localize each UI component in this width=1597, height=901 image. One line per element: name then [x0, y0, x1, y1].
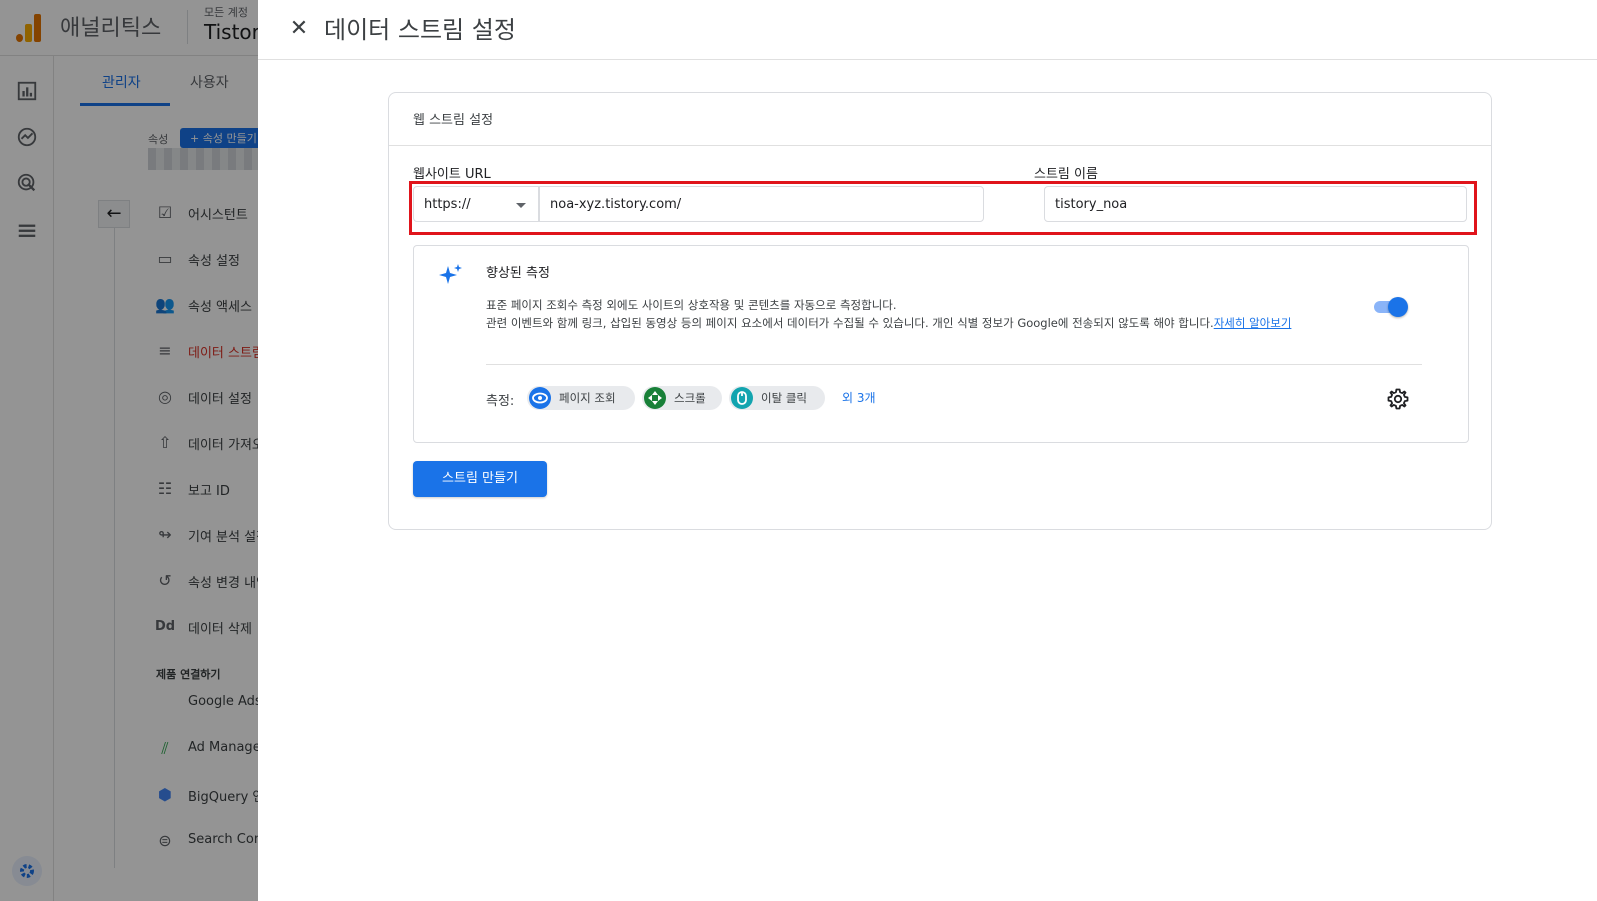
eye-icon [529, 387, 551, 409]
chip-outbound-clicks: 이탈 클릭 [729, 386, 825, 410]
description-line-1: 표준 페이지 조회수 측정 외에도 사이트의 상호작용 및 콘텐츠를 자동으로 … [486, 298, 897, 312]
mouse-icon [731, 387, 753, 409]
more-measurements-link[interactable]: 외 3개 [842, 389, 876, 406]
enhanced-measurement-title: 향상된 측정 [486, 266, 550, 281]
enhanced-measurement-toggle[interactable] [1372, 296, 1410, 318]
enhanced-measurement-description: 표준 페이지 조회수 측정 외에도 사이트의 상호작용 및 콘텐츠를 자동으로 … [486, 296, 1366, 332]
toggle-knob [1388, 297, 1408, 317]
enhanced-measurement-section: 향상된 측정 표준 페이지 조회수 측정 외에도 사이트의 상호작용 및 콘텐츠… [413, 245, 1469, 443]
enhanced-divider [486, 364, 1422, 365]
card-divider [389, 145, 1491, 146]
chevron-down-icon [516, 203, 526, 208]
dialog-header: ✕ 데이터 스트림 설정 [258, 0, 1597, 60]
chip-label: 이탈 클릭 [761, 391, 807, 405]
protocol-select[interactable]: https:// [413, 186, 539, 222]
website-url-label: 웹사이트 URL [413, 167, 491, 182]
card-title: 웹 스트림 설정 [413, 113, 494, 128]
gear-icon[interactable] [1386, 387, 1410, 411]
chip-page-views: 페이지 조회 [527, 386, 635, 410]
stream-name-input[interactable] [1044, 186, 1467, 222]
modal-scrim[interactable] [0, 0, 258, 901]
sparkle-icon [439, 264, 462, 284]
protocol-value: https:// [424, 197, 471, 212]
measurement-label: 측정: [486, 394, 515, 409]
web-stream-card: 웹 스트림 설정 웹사이트 URL 스트림 이름 https:// 향상된 측정… [388, 92, 1492, 530]
website-url-input[interactable] [539, 186, 984, 222]
close-icon[interactable]: ✕ [284, 14, 314, 44]
dialog-title: 데이터 스트림 설정 [324, 16, 516, 44]
stream-name-label: 스트림 이름 [1034, 167, 1098, 182]
scroll-icon [644, 387, 666, 409]
chip-label: 스크롤 [674, 391, 706, 405]
chip-label: 페이지 조회 [559, 391, 616, 405]
learn-more-link[interactable]: 자세히 알아보기 [1214, 316, 1292, 330]
create-stream-button[interactable]: 스트림 만들기 [413, 461, 547, 497]
stream-setup-dialog: ✕ 데이터 스트림 설정 웹 스트림 설정 웹사이트 URL 스트림 이름 ht… [258, 0, 1597, 901]
chip-scroll: 스크롤 [642, 386, 722, 410]
description-line-2: 관련 이벤트와 함께 링크, 삽입된 동영상 등의 페이지 요소에서 데이터가 … [486, 316, 1214, 330]
